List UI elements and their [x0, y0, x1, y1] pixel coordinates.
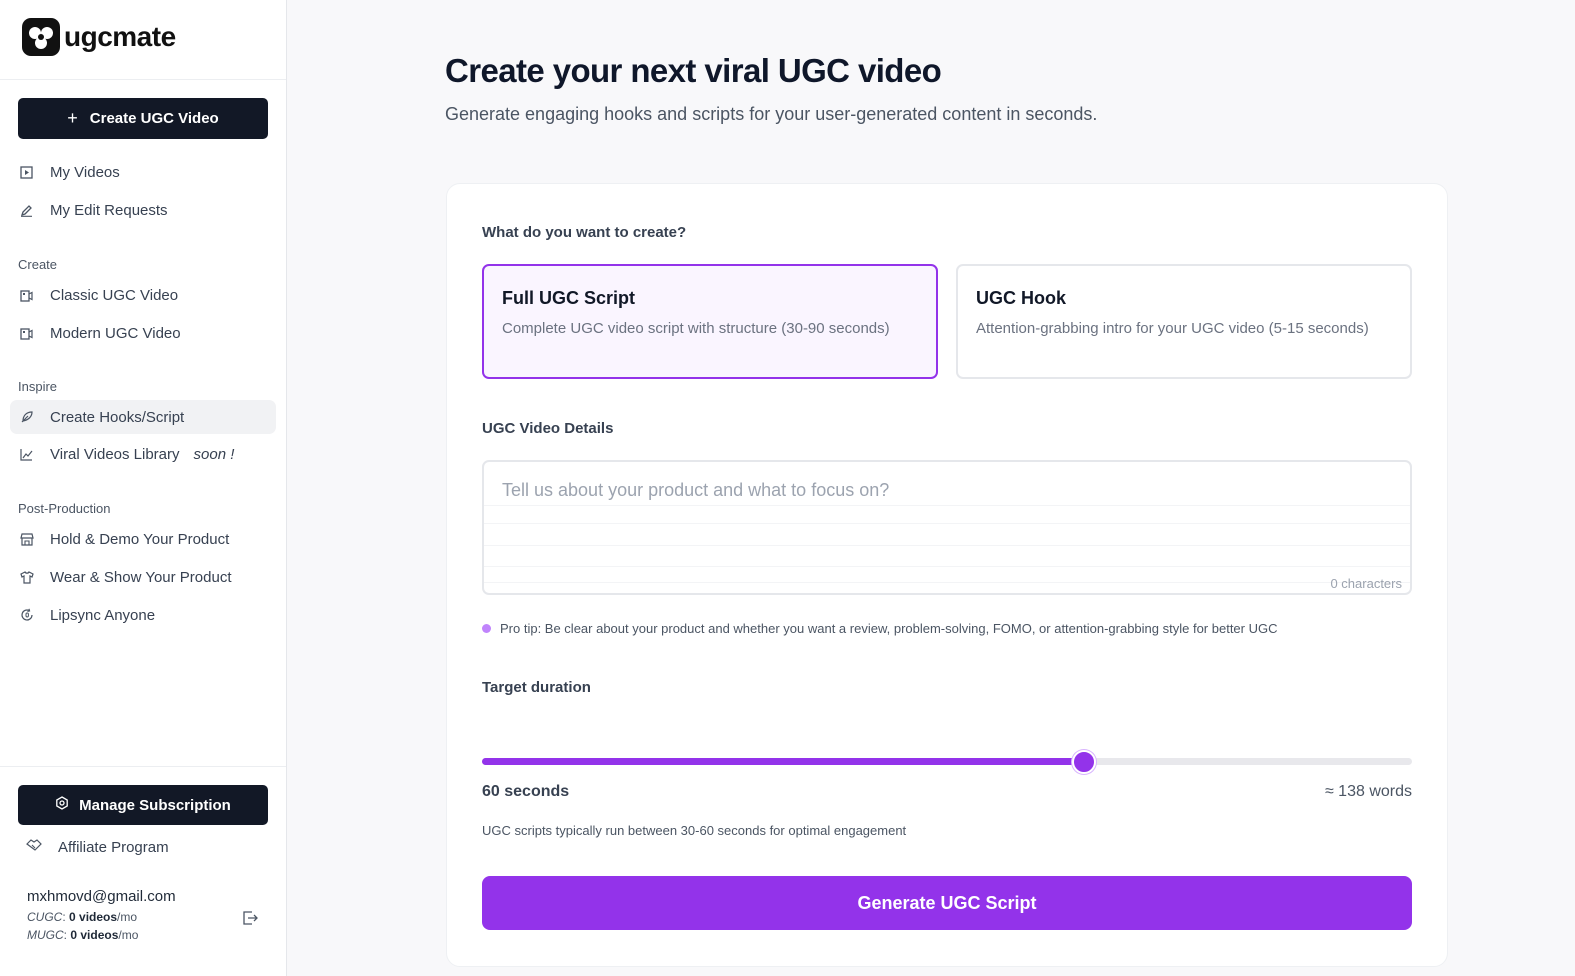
quota-mugc: MUGC: 0 videos/mo	[27, 928, 139, 942]
refresh-mic-icon	[19, 608, 34, 623]
sidebar-item-my-edit-requests[interactable]: My Edit Requests	[10, 193, 276, 227]
create-ugc-video-label: Create UGC Video	[89, 110, 219, 127]
quota-value: 0 videos	[70, 928, 119, 942]
pro-tip: Pro tip: Be clear about your product and…	[482, 621, 1278, 636]
shirt-icon	[19, 570, 34, 585]
sidebar-item-label: Viral Videos Library	[50, 445, 180, 463]
logout-icon[interactable]	[242, 910, 258, 926]
sidebar-item-modern-ugc-video[interactable]: Modern UGC Video	[10, 316, 276, 350]
sidebar-item-classic-ugc-video[interactable]: Classic UGC Video	[10, 278, 276, 312]
details-textarea[interactable]	[484, 462, 1410, 593]
sidebar-item-label: Lipsync Anyone	[50, 606, 156, 624]
account-email: mxhmovd@gmail.com	[27, 888, 176, 905]
sidebar-item-hold-demo-product[interactable]: Hold & Demo Your Product	[10, 522, 276, 556]
slider-thumb[interactable]	[1071, 750, 1096, 774]
sidebar-item-my-videos[interactable]: My Videos	[10, 155, 276, 189]
film-icon	[19, 288, 34, 303]
sidebar-item-label: Modern UGC Video	[50, 324, 181, 342]
word-estimate: ≈ 138 words	[1324, 783, 1412, 800]
create-ugc-video-button[interactable]: + Create UGC Video	[18, 98, 268, 139]
film-icon	[19, 326, 34, 341]
brand-logo[interactable]: ugcmate	[22, 18, 176, 56]
duration-label: Target duration	[482, 679, 591, 696]
sidebar-item-wear-show-product[interactable]: Wear & Show Your Product	[10, 560, 276, 594]
sidebar-item-create-hooks-script[interactable]: Create Hooks/Script	[10, 400, 276, 434]
duration-hint: UGC scripts typically run between 30-60 …	[482, 823, 907, 838]
settings-hexagon-icon	[55, 796, 69, 814]
play-square-icon	[19, 165, 34, 180]
section-label-post-production: Post-Production	[18, 501, 111, 516]
quota-name: MUGC	[27, 928, 64, 942]
logo-icon	[22, 18, 60, 56]
section-label-create: Create	[18, 257, 58, 272]
quota-value: 0 videos	[69, 910, 118, 924]
pro-tip-text: Pro tip: Be clear about your product and…	[500, 621, 1278, 636]
store-icon	[19, 532, 34, 547]
sidebar-item-label: Hold & Demo Your Product	[50, 530, 230, 548]
option-description: Attention-grabbing intro for your UGC vi…	[976, 320, 1369, 337]
details-label: UGC Video Details	[482, 420, 614, 437]
manage-subscription-label: Manage Subscription	[79, 796, 231, 814]
affiliate-program-link[interactable]: Affiliate Program	[26, 838, 169, 856]
divider	[0, 79, 286, 80]
quota-name: CUGC	[27, 910, 63, 924]
feather-icon	[19, 410, 34, 425]
option-full-ugc-script[interactable]: Full UGC Script Complete UGC video scrip…	[482, 264, 938, 379]
quota-cugc: CUGC: 0 videos/mo	[27, 910, 138, 924]
character-count: 0 characters	[1330, 576, 1402, 591]
sidebar-item-label: Create Hooks/Script	[50, 408, 185, 426]
option-ugc-hook[interactable]: UGC Hook Attention-grabbing intro for yo…	[956, 264, 1412, 379]
tip-dot-icon	[482, 624, 491, 633]
sidebar-item-label: Classic UGC Video	[50, 286, 179, 304]
sidebar-item-label: My Edit Requests	[50, 201, 168, 219]
plus-icon: +	[67, 108, 78, 128]
duration-slider[interactable]	[482, 750, 1412, 774]
option-description: Complete UGC video script with structure…	[502, 320, 890, 337]
soon-badge: soon !	[193, 445, 235, 463]
handshake-icon	[26, 838, 42, 856]
generate-ugc-script-button[interactable]: Generate UGC Script	[482, 876, 1412, 930]
duration-value: 60 seconds	[482, 783, 570, 800]
manage-subscription-button[interactable]: Manage Subscription	[18, 785, 268, 825]
details-textarea-container: 0 characters	[482, 460, 1412, 595]
sidebar-item-lipsync-anyone[interactable]: Lipsync Anyone	[10, 598, 276, 632]
affiliate-program-label: Affiliate Program	[58, 838, 169, 856]
create-type-label: What do you want to create?	[482, 224, 687, 241]
sidebar-item-viral-videos-library[interactable]: Viral Videos Library soon !	[10, 437, 276, 471]
page-subtitle: Generate engaging hooks and scripts for …	[445, 104, 1098, 124]
option-title: Full UGC Script	[502, 288, 636, 308]
quota-unit: /mo	[117, 910, 138, 924]
section-label-inspire: Inspire	[18, 379, 58, 394]
chart-line-icon	[19, 447, 34, 462]
divider	[0, 766, 286, 767]
brand-name: ugcmate	[64, 21, 176, 52]
page-title: Create your next viral UGC video	[445, 52, 942, 89]
quota-unit: /mo	[118, 928, 139, 942]
sidebar-item-label: Wear & Show Your Product	[50, 568, 232, 586]
sidebar: ugcmate + Create UGC Video My Videos My …	[0, 0, 287, 976]
slider-fill	[482, 758, 1084, 765]
sidebar-item-label: My Videos	[50, 163, 120, 181]
option-title: UGC Hook	[976, 288, 1066, 308]
pencil-icon	[19, 203, 34, 218]
